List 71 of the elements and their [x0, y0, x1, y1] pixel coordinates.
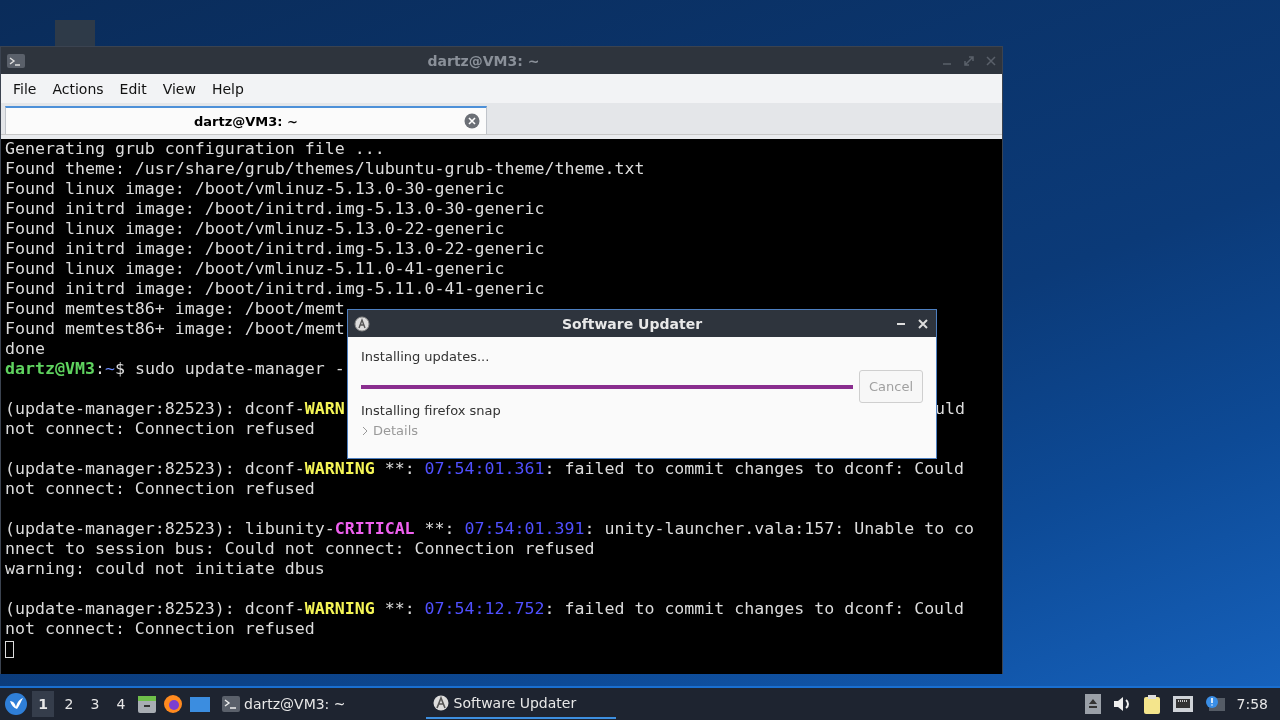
terminal-text: (update-manager:82523): dconf- [5, 399, 305, 418]
terminal-text: **: [383, 459, 416, 478]
terminal-text: : failed to commit changes to dconf: Could [544, 459, 965, 478]
terminal-text: not connect: Connection refused [5, 419, 315, 438]
volume-icon[interactable] [1112, 696, 1131, 712]
terminal-text: not connect: Connection refused [5, 619, 315, 638]
terminal-text: Found memtest86+ image: /boot/memt [5, 319, 345, 338]
start-menu-icon[interactable] [4, 692, 28, 716]
terminal-text: Found linux image: /boot/vmlinuz-5.13.0-30-generic [5, 179, 505, 198]
menu-item[interactable]: Actions [44, 77, 112, 100]
desktop-switcher[interactable]: 3 [84, 691, 106, 717]
close-icon[interactable] [464, 113, 480, 129]
chevron-icon [361, 425, 369, 436]
terminal-text: Found linux image: /boot/vmlinuz-5.13.0-22-generic [5, 219, 505, 238]
status-text: Installing updates... [361, 349, 491, 364]
menu-item[interactable]: View [154, 77, 204, 100]
update-notification-icon[interactable] [1204, 695, 1225, 713]
terminal-text: Found memtest86+ image: /boot/memt [5, 299, 345, 318]
prompt-user: dartz@VM3 [5, 359, 95, 378]
terminal-text: **: [383, 599, 416, 618]
timestamp: 07:54:01.361 [424, 459, 545, 478]
terminal-icon [222, 696, 240, 712]
prompt-path: ~ [104, 359, 115, 378]
terminal-text: : [94, 359, 105, 378]
taskbar-button[interactable]: dartz@VM3: ~ [216, 689, 352, 719]
menu-item[interactable]: File [5, 77, 45, 100]
detail-text: Installing firefox snap [361, 403, 502, 418]
timestamp: 07:54:12.752 [424, 599, 545, 618]
terminal-tab[interactable]: dartz@VM3: ~ [5, 106, 487, 134]
terminal-icon [7, 53, 25, 68]
terminal-text: (update-manager:82523): libunity- [5, 519, 335, 538]
dialog-title: Software Updater [560, 315, 704, 332]
terminal-text: Found theme: /usr/share/grub/themes/lubuntu-grub-theme/theme.txt [5, 159, 645, 178]
terminal-text: : unity-launcher.vala:157: Unable to co [584, 519, 975, 538]
clock: 7:58 [1236, 696, 1268, 712]
network-icon[interactable] [1172, 696, 1193, 712]
terminal-text: warning: could not initiate dbus [5, 559, 325, 578]
warning-label: WARN [304, 399, 345, 418]
terminal-text: : failed to commit changes to dconf: Could [544, 599, 965, 618]
terminal-text: (update-manager:82523): dconf- [5, 599, 305, 618]
clipboard-icon[interactable] [1142, 694, 1161, 714]
terminal-text: (update-manager:82523): dconf- [5, 459, 305, 478]
terminal-text: Found initrd image: /boot/initrd.img-5.11.0-41-generic [5, 279, 545, 298]
desktop-switcher[interactable]: 2 [58, 691, 80, 717]
terminal-cursor [5, 641, 14, 658]
updater-icon [354, 315, 370, 332]
file-manager-icon[interactable] [136, 693, 158, 715]
timestamp: 07:54:01.391 [464, 519, 585, 538]
terminal-text: Found initrd image: /boot/initrd.img-5.13.0-30-generic [5, 199, 545, 218]
terminal-text: $ sudo update-manager - [114, 359, 345, 378]
browser-icon[interactable] [162, 693, 184, 715]
terminal-text: not connect: Connection refused [5, 479, 315, 498]
warning-label: WARNING [304, 459, 375, 478]
updater-icon [431, 695, 450, 711]
terminal-text: Found initrd image: /boot/initrd.img-5.13.0-22-generic [5, 239, 545, 258]
warning-label: WARNING [304, 599, 375, 618]
desktop-switcher[interactable]: 4 [110, 691, 132, 717]
menu-item[interactable]: Help [203, 77, 252, 100]
terminal-text: Found linux image: /boot/vmlinuz-5.11.0-41-generic [5, 259, 505, 278]
terminal-text: done [5, 339, 45, 358]
menu-item[interactable]: Edit [111, 77, 155, 100]
taskbar-button[interactable]: Software Updater [425, 689, 616, 719]
terminal-text: nnect to session bus: Could not connect: Connection refused [5, 539, 595, 558]
terminal-text: uld [935, 399, 965, 419]
desktop-switcher[interactable]: 1 [32, 691, 54, 717]
eject-icon[interactable] [1084, 694, 1101, 714]
close-icon[interactable] [916, 318, 930, 329]
critical-label: CRITICAL [334, 519, 415, 538]
terminal-text: **: [423, 519, 456, 538]
window-title: dartz@VM3: ~ [426, 52, 541, 69]
terminal-text: Generating grub configuration file ... [5, 139, 385, 158]
